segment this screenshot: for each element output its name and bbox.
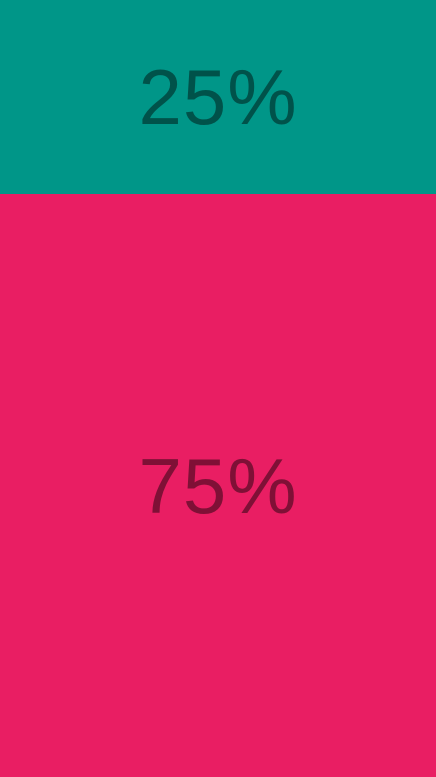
bottom-percentage-label: 75% bbox=[138, 441, 298, 530]
teal-panel[interactable]: 25% bbox=[0, 0, 436, 194]
pink-panel[interactable]: 75% bbox=[0, 194, 436, 777]
top-percentage-label: 25% bbox=[138, 53, 298, 141]
split-screen: 25% 75% bbox=[0, 0, 436, 777]
